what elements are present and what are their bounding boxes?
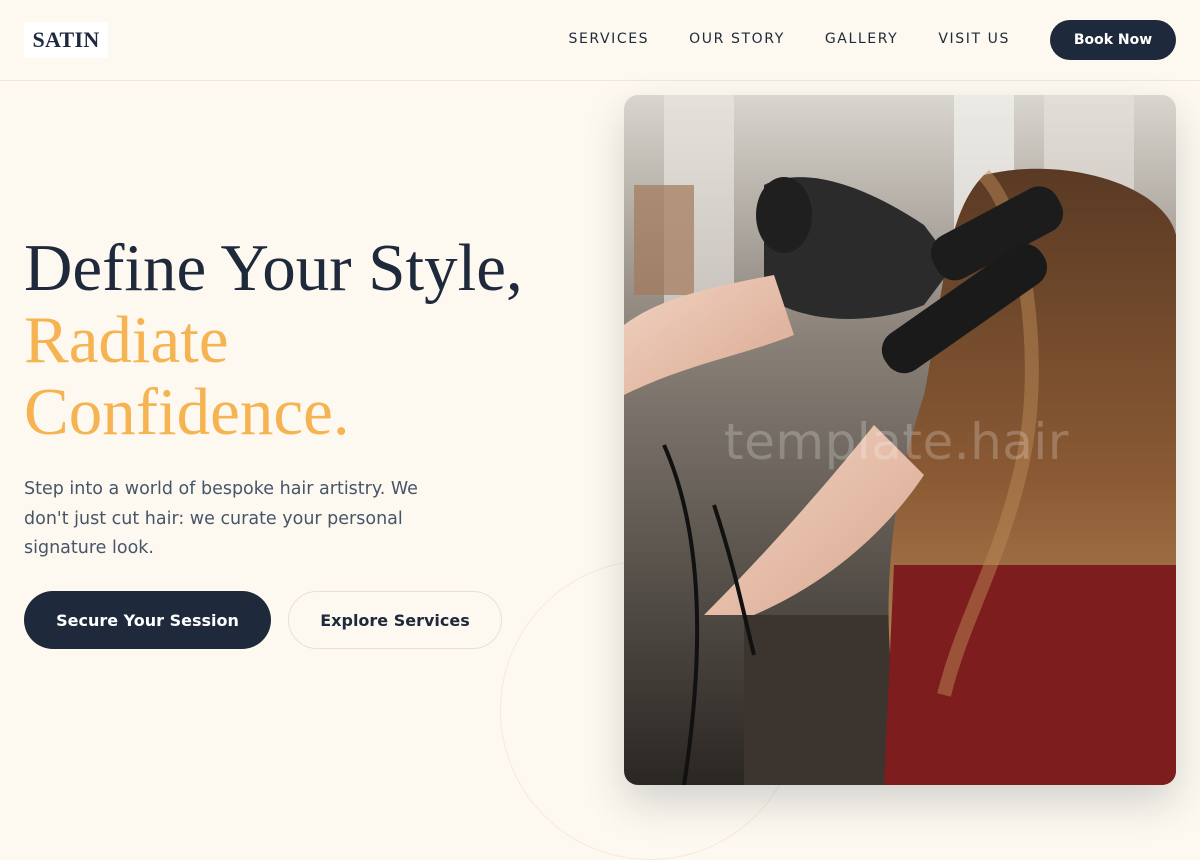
hero-description: Step into a world of bespoke hair artist… (24, 479, 418, 558)
hero-text: Define Your Style, Radiate Confidence. S… (24, 232, 594, 564)
image-watermark: template.hair (724, 413, 1069, 471)
hero-cta-row: Secure Your Session Explore Services (24, 591, 502, 649)
top-navbar: SATIN SERVICES OUR STORY GALLERY VISIT U… (0, 0, 1200, 81)
nav-link-services[interactable]: SERVICES (568, 31, 649, 47)
hero-title-line-3: Confidence. (24, 375, 350, 449)
explore-services-button[interactable]: Explore Services (288, 591, 502, 649)
nav-link-our-story[interactable]: OUR STORY (689, 31, 785, 47)
secure-session-button[interactable]: Secure Your Session (24, 591, 271, 649)
nav-link-gallery[interactable]: GALLERY (825, 31, 898, 47)
hero-title-line-1: Define Your Style, (24, 231, 523, 305)
hero-title-line-2: Radiate (24, 303, 229, 377)
nav-link-visit-us[interactable]: VISIT US (938, 31, 1010, 47)
hero-photo: template.hair (624, 95, 1176, 785)
brand-logo[interactable]: SATIN (24, 22, 108, 58)
main-nav: SERVICES OUR STORY GALLERY VISIT US (568, 0, 1010, 78)
hero-title: Define Your Style, Radiate Confidence. (24, 232, 594, 448)
book-now-button[interactable]: Book Now (1050, 20, 1176, 60)
